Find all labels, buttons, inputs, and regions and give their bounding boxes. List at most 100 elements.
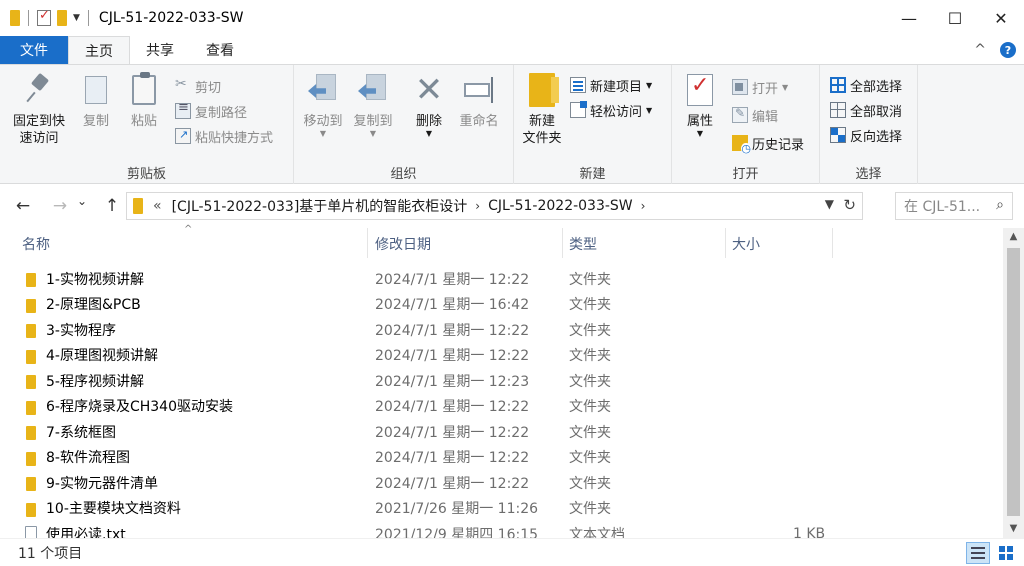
copy-to-label: 复制到 bbox=[353, 114, 393, 129]
divider[interactable] bbox=[562, 228, 563, 258]
properties-label: 属性 bbox=[686, 114, 713, 129]
recent-locations-chevron-icon[interactable]: ⌄ bbox=[74, 194, 90, 208]
back-button[interactable]: ← bbox=[9, 196, 37, 216]
copy-path-button[interactable]: 复制路径 bbox=[175, 100, 247, 122]
open-button[interactable]: 打开 ▼ bbox=[732, 76, 788, 98]
new-group-label: 新建 bbox=[579, 167, 606, 182]
file-type: 文件夹 bbox=[569, 271, 611, 288]
breadcrumb-separator-icon[interactable]: › bbox=[475, 199, 480, 213]
clipboard-group-label: 剪贴板 bbox=[126, 167, 166, 182]
rename-button[interactable]: 重命名 bbox=[456, 73, 502, 130]
divider[interactable] bbox=[725, 228, 726, 258]
folder-icon bbox=[26, 324, 36, 338]
file-date: 2024/7/1 星期一 12:23 bbox=[375, 373, 530, 390]
quick-access-toolbar: ▼ bbox=[0, 8, 91, 26]
file-date: 2024/7/1 星期一 16:42 bbox=[375, 297, 530, 314]
select-none-button[interactable]: 全部取消 bbox=[830, 99, 902, 121]
list-item[interactable]: 2-原理图&PCB 2024/7/1 星期一 16:42 文件夹 bbox=[0, 292, 1003, 318]
select-group-label: 选择 bbox=[855, 167, 882, 182]
easy-access-button[interactable]: 轻松访问 ▼ bbox=[570, 99, 652, 121]
select-none-icon bbox=[830, 102, 846, 118]
search-input[interactable]: 在 CJL-51... ⌕ bbox=[895, 192, 1013, 220]
forward-button[interactable]: → bbox=[46, 196, 74, 216]
rename-icon bbox=[464, 75, 496, 105]
scroll-up-arrow-icon[interactable]: ▲ bbox=[1003, 228, 1024, 246]
history-button[interactable]: 历史记录 bbox=[732, 132, 804, 154]
column-header-type[interactable]: 类型 bbox=[569, 234, 597, 254]
breadcrumb-item[interactable]: [CJL-51-2022-033]基于单片机的智能衣柜设计 bbox=[172, 196, 468, 216]
breadcrumb-item[interactable]: CJL-51-2022-033-SW bbox=[488, 198, 633, 214]
edit-button[interactable]: 编辑 bbox=[732, 104, 778, 126]
new-item-icon bbox=[570, 77, 586, 93]
organize-group: 移动到 ▼ 复制到 ▼ ✕ 删除 ▼ 重命名 组织 bbox=[294, 65, 514, 184]
list-item[interactable]: 7-系统框图 2024/7/1 星期一 12:22 文件夹 bbox=[0, 419, 1003, 445]
file-date: 2024/7/1 星期一 12:22 bbox=[375, 424, 530, 441]
properties-button[interactable]: 属性 ▼ bbox=[680, 73, 720, 138]
new-folder-icon[interactable] bbox=[57, 10, 67, 26]
list-item[interactable]: 3-实物程序 2024/7/1 星期一 12:22 文件夹 bbox=[0, 317, 1003, 343]
minimize-button[interactable]: — bbox=[886, 0, 932, 36]
move-to-button[interactable]: 移动到 ▼ bbox=[300, 73, 346, 138]
large-icons-view-button[interactable] bbox=[994, 542, 1018, 564]
help-icon[interactable]: ? bbox=[1000, 42, 1016, 58]
scrollbar-thumb[interactable] bbox=[1007, 248, 1020, 516]
divider[interactable] bbox=[367, 228, 368, 258]
list-item[interactable]: 8-软件流程图 2024/7/1 星期一 12:22 文件夹 bbox=[0, 445, 1003, 471]
paste-button[interactable]: 粘贴 bbox=[126, 72, 162, 130]
list-item[interactable]: 6-程序烧录及CH340驱动安装 2024/7/1 星期一 12:22 文件夹 bbox=[0, 394, 1003, 420]
details-view-button[interactable] bbox=[966, 542, 990, 564]
new-folder-button[interactable]: 新建 文件夹 bbox=[518, 73, 566, 147]
scroll-down-arrow-icon[interactable]: ▼ bbox=[1003, 520, 1024, 538]
divider[interactable] bbox=[832, 228, 833, 258]
collapse-ribbon-icon[interactable]: ^ bbox=[974, 42, 986, 58]
list-item[interactable]: 5-程序视频讲解 2024/7/1 星期一 12:23 文件夹 bbox=[0, 368, 1003, 394]
properties-icon bbox=[687, 74, 713, 106]
select-all-button[interactable]: 全部选择 bbox=[830, 74, 902, 96]
tab-home[interactable]: 主页 bbox=[68, 36, 130, 64]
breadcrumb-overflow[interactable]: « bbox=[153, 198, 162, 214]
copy-label: 复制 bbox=[82, 114, 109, 129]
refresh-icon[interactable]: ↻ bbox=[843, 196, 856, 214]
paste-shortcut-button[interactable]: 粘贴快捷方式 bbox=[175, 125, 273, 147]
tab-view[interactable]: 查看 bbox=[190, 36, 250, 64]
delete-button[interactable]: ✕ 删除 ▼ bbox=[412, 73, 446, 138]
column-header-size[interactable]: 大小 bbox=[732, 234, 760, 254]
vertical-scrollbar[interactable]: ▲ ▼ bbox=[1003, 228, 1024, 538]
properties-icon[interactable] bbox=[37, 8, 51, 26]
column-header-name[interactable]: 名称 bbox=[22, 234, 50, 254]
list-item[interactable]: 4-原理图视频讲解 2024/7/1 星期一 12:22 文件夹 bbox=[0, 343, 1003, 369]
column-header-date[interactable]: 修改日期 bbox=[375, 234, 431, 254]
close-button[interactable]: ✕ bbox=[978, 0, 1024, 36]
organize-group-label: 组织 bbox=[390, 167, 417, 182]
copy-to-button[interactable]: 复制到 ▼ bbox=[350, 73, 396, 138]
file-date: 2024/7/1 星期一 12:22 bbox=[375, 322, 530, 339]
file-type: 文件夹 bbox=[569, 501, 611, 518]
new-item-button[interactable]: 新建项目 ▼ bbox=[570, 74, 652, 96]
history-icon bbox=[732, 135, 751, 154]
breadcrumb-separator-icon[interactable]: › bbox=[641, 199, 646, 213]
file-name: 9-实物元器件清单 bbox=[46, 475, 158, 492]
list-item[interactable]: 9-实物元器件清单 2024/7/1 星期一 12:22 文件夹 bbox=[0, 470, 1003, 496]
pin-to-quick-access-button[interactable]: 固定到快 速访问 bbox=[8, 73, 70, 147]
history-label: 历史记录 bbox=[752, 137, 805, 153]
invert-selection-button[interactable]: 反向选择 bbox=[830, 124, 902, 146]
list-item[interactable]: 使用必读.txt 2021/12/9 星期四 16:15 文本文档 1 KB bbox=[0, 521, 1003, 538]
cut-button[interactable]: 剪切 bbox=[175, 75, 221, 97]
customize-toolbar-chevron-icon[interactable]: ▼ bbox=[73, 13, 80, 23]
open-group: 属性 ▼ 打开 ▼ 编辑 历史记录 打开 bbox=[672, 65, 820, 184]
list-item[interactable]: 10-主要模块文档资料 2021/7/26 星期一 11:26 文件夹 bbox=[0, 496, 1003, 522]
copy-button[interactable]: 复制 bbox=[78, 72, 114, 130]
chevron-down-icon: ▼ bbox=[782, 82, 789, 92]
up-button[interactable]: ↑ bbox=[98, 196, 126, 216]
delete-label: 删除 bbox=[415, 114, 442, 129]
file-type: 文件夹 bbox=[569, 322, 611, 339]
address-bar[interactable]: « [CJL-51-2022-033]基于单片机的智能衣柜设计 › CJL-51… bbox=[126, 192, 863, 220]
address-dropdown-chevron-icon[interactable]: ▼ bbox=[825, 197, 834, 211]
paste-shortcut-icon bbox=[175, 128, 191, 144]
file-name: 4-原理图视频讲解 bbox=[46, 348, 158, 365]
list-item[interactable]: 1-实物视频讲解 2024/7/1 星期一 12:22 文件夹 bbox=[0, 266, 1003, 292]
maximize-button[interactable]: ☐ bbox=[932, 0, 978, 36]
tab-share[interactable]: 共享 bbox=[130, 36, 190, 64]
search-icon[interactable]: ⌕ bbox=[996, 197, 1004, 213]
tab-file[interactable]: 文件 bbox=[0, 36, 68, 64]
